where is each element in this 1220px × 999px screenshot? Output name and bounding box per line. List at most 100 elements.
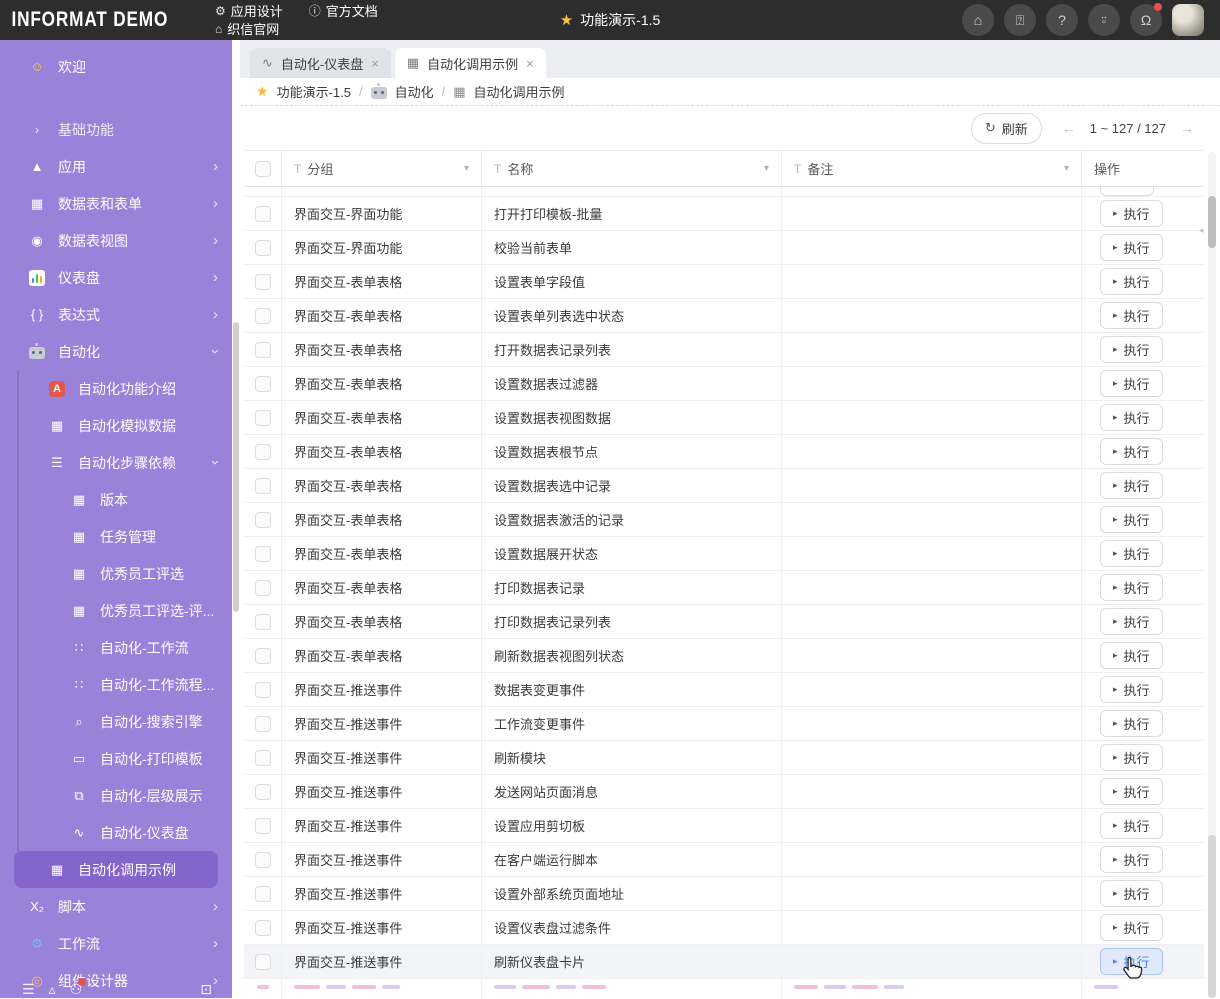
row-checkbox[interactable]: [255, 818, 271, 834]
run-button[interactable]: ▸执行: [1100, 268, 1163, 295]
row-checkbox[interactable]: [255, 478, 271, 494]
sidebar-item-优秀员工评选[interactable]: ▦优秀员工评选: [14, 555, 218, 592]
row-checkbox[interactable]: [255, 886, 271, 902]
sidebar-item-自动化-层级展示[interactable]: ⧉自动化-层级展示: [14, 777, 218, 814]
chevron-down-icon[interactable]: ▾: [764, 163, 769, 174]
run-button[interactable]: ▸执行: [1100, 404, 1163, 431]
sidebar-scrollbar[interactable]: [232, 40, 240, 998]
row-checkbox[interactable]: [255, 716, 271, 732]
scrollbar-thumb-upper[interactable]: [1208, 196, 1216, 248]
sidebar-item-任务管理[interactable]: ▦任务管理: [14, 518, 218, 555]
run-button[interactable]: ▸执行: [1100, 234, 1163, 261]
breadcrumb-item[interactable]: 功能演示-1.5: [277, 82, 351, 101]
sidebar-item-自动化-仪表盘[interactable]: ∿自动化-仪表盘: [14, 814, 218, 851]
row-checkbox[interactable]: [255, 512, 271, 528]
user-avatar[interactable]: [1172, 4, 1204, 36]
tab-automation-call-examples[interactable]: ▦ 自动化调用示例 ×: [395, 48, 546, 78]
table-row[interactable]: 界面交互-表单表格设置表单字段值▸执行: [244, 265, 1204, 299]
chevron-right-icon[interactable]: ›: [213, 307, 218, 322]
table-row[interactable]: 界面交互-推送事件刷新仪表盘卡片▸执行: [244, 945, 1204, 979]
row-checkbox[interactable]: [255, 546, 271, 562]
row-checkbox[interactable]: [255, 750, 271, 766]
chevron-right-icon[interactable]: ›: [213, 270, 218, 285]
row-checkbox[interactable]: [255, 784, 271, 800]
tab-automation-dashboard[interactable]: ∿ 自动化-仪表盘 ×: [250, 48, 391, 78]
table-row[interactable]: 界面交互-推送事件发送网站页面消息▸执行: [244, 775, 1204, 809]
run-button[interactable]: ▸执行: [1100, 540, 1163, 567]
sidebar-item-自动化-工作流程...[interactable]: ∷自动化-工作流程...: [14, 666, 218, 703]
sidebar-item-仪表盘[interactable]: 仪表盘›: [14, 259, 218, 296]
close-icon[interactable]: ×: [526, 56, 534, 71]
table-row[interactable]: 界面交互-表单表格设置数据表根节点▸执行: [244, 435, 1204, 469]
chevron-right-icon[interactable]: ›: [213, 196, 218, 211]
row-checkbox[interactable]: [255, 274, 271, 290]
run-button[interactable]: ▸执行: [1100, 574, 1163, 601]
row-checkbox[interactable]: [255, 206, 271, 222]
row-checkbox[interactable]: [255, 376, 271, 392]
row-checkbox[interactable]: [255, 444, 271, 460]
table-row[interactable]: 界面交互-表单表格刷新数据表视图列状态▸执行: [244, 639, 1204, 673]
sidebar-item-自动化-打印模板[interactable]: ▭自动化-打印模板: [14, 740, 218, 777]
table-row[interactable]: 界面交互-表单表格设置数据表过滤器▸执行: [244, 367, 1204, 401]
table-row[interactable]: 界面交互-推送事件设置仪表盘过滤条件▸执行: [244, 911, 1204, 945]
sidebar-item-自动化[interactable]: 自动化›: [14, 333, 218, 370]
run-button[interactable]: ▸执行: [1100, 336, 1163, 363]
sidebar-scrollbar-thumb[interactable]: [233, 322, 239, 612]
row-checkbox[interactable]: [255, 614, 271, 630]
table-row[interactable]: 界面交互-界面功能校验当前表单▸执行: [244, 231, 1204, 265]
close-icon[interactable]: ×: [371, 56, 379, 71]
row-checkbox[interactable]: [255, 954, 271, 970]
run-button[interactable]: ▸执行: [1100, 642, 1163, 669]
sidebar-item-应用[interactable]: ▲应用›: [14, 148, 218, 185]
font-icon[interactable]: ▵: [49, 981, 56, 998]
run-button[interactable]: ▸执行: [1100, 302, 1163, 329]
chevron-down-icon[interactable]: ›: [208, 349, 223, 354]
table-row[interactable]: 界面交互-推送事件数据表变更事件▸执行: [244, 673, 1204, 707]
table-row[interactable]: 界面交互-表单表格打印数据表记录列表▸执行: [244, 605, 1204, 639]
breadcrumb-item[interactable]: 自动化: [395, 82, 434, 101]
row-checkbox[interactable]: [255, 852, 271, 868]
run-button[interactable]: ▸执行: [1100, 710, 1163, 737]
help-button[interactable]: ?: [1046, 4, 1078, 36]
table-row[interactable]: 界面交互-推送事件设置应用剪切板▸执行: [244, 809, 1204, 843]
sidebar-item-欢迎[interactable]: ☺欢迎: [14, 48, 218, 85]
row-checkbox[interactable]: [255, 410, 271, 426]
run-button[interactable]: ▸执行: [1100, 812, 1163, 839]
run-button[interactable]: ▸执行: [1100, 914, 1163, 941]
sidebar-item-优秀员工评选-评...[interactable]: ▦优秀员工评选-评...: [14, 592, 218, 629]
table-row[interactable]: 界面交互-表单表格设置表单列表选中状态▸执行: [244, 299, 1204, 333]
feedback-button[interactable]: ⍰: [1004, 4, 1036, 36]
run-button[interactable]: ▸执行: [1100, 608, 1163, 635]
run-button[interactable]: ▸执行: [1100, 370, 1163, 397]
sidebar-item-自动化-搜索引擎[interactable]: ⌕自动化-搜索引擎: [14, 703, 218, 740]
bot-button[interactable]: ⍤: [1088, 4, 1120, 36]
table-row[interactable]: 界面交互-表单表格打印数据表记录▸执行: [244, 571, 1204, 605]
sidebar-item-版本[interactable]: ▦版本: [14, 481, 218, 518]
run-button[interactable]: ▸执行: [1100, 880, 1163, 907]
chevron-right-icon[interactable]: ›: [213, 159, 218, 174]
select-all-checkbox[interactable]: [255, 161, 271, 177]
table-row[interactable]: 界面交互-推送事件工作流变更事件▸执行: [244, 707, 1204, 741]
refresh-button[interactable]: ↻ 刷新: [971, 113, 1042, 144]
panel-collapse-icon[interactable]: ◂: [1199, 225, 1204, 236]
sidebar-item-基础功能[interactable]: ›基础功能: [14, 111, 218, 148]
table-row[interactable]: 界面交互-推送事件设置外部系统页面地址▸执行: [244, 877, 1204, 911]
table-row[interactable]: 界面交互-推送事件在客户端运行脚本▸执行: [244, 843, 1204, 877]
chevron-down-icon[interactable]: ▾: [1064, 163, 1069, 174]
column-header-group[interactable]: T 分组 ▾: [282, 151, 482, 186]
collapse-panel-icon[interactable]: ⊡: [200, 981, 212, 998]
row-checkbox[interactable]: [255, 682, 271, 698]
row-checkbox[interactable]: [255, 920, 271, 936]
run-button[interactable]: ▸执行: [1100, 472, 1163, 499]
run-button[interactable]: ▸执行: [1100, 744, 1163, 771]
table-row[interactable]: 界面交互-表单表格打开数据表记录列表▸执行: [244, 333, 1204, 367]
run-button[interactable]: ▸执行: [1100, 506, 1163, 533]
run-button[interactable]: ▸执行: [1100, 676, 1163, 703]
sidebar-item-自动化模拟数据[interactable]: ▦自动化模拟数据: [14, 407, 218, 444]
prev-page-icon[interactable]: ←: [1062, 120, 1076, 136]
sidebar-item-工作流[interactable]: ⚙工作流›: [14, 925, 218, 962]
menu-lines-icon[interactable]: ☰: [22, 981, 35, 998]
sidebar-item-数据表视图[interactable]: ◉数据表视图›: [14, 222, 218, 259]
sidebar-item-脚本[interactable]: X₂脚本›: [14, 888, 218, 925]
table-row[interactable]: 界面交互-界面功能打开打印模板-批量▸执行: [244, 197, 1204, 231]
